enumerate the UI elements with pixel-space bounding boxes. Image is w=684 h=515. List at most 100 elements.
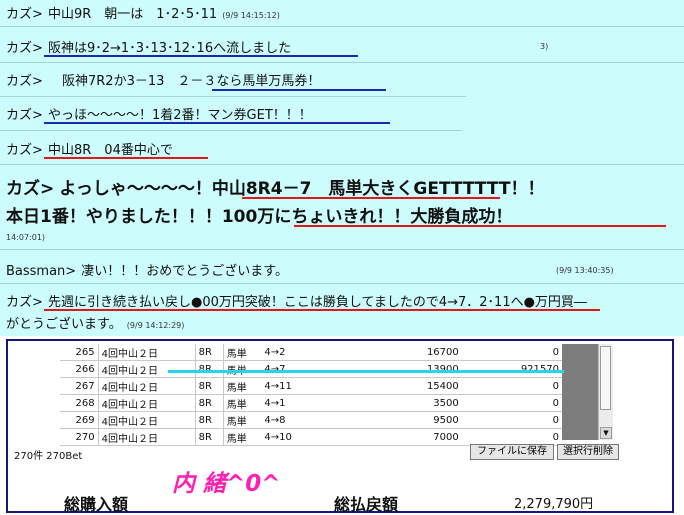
cell-no: 267: [60, 377, 99, 395]
cell-type: 馬単: [223, 428, 262, 446]
divider: [0, 26, 684, 27]
underline: [44, 157, 208, 159]
chat-log: カズ> 中山9R 朝一は 1･2･5･11 (9/9 14:15:12) カズ>…: [0, 0, 684, 336]
chat-user: カズ>: [6, 143, 43, 158]
total-payout-label: 総払戻額: [334, 495, 399, 514]
cell-place: 4回中山２日: [98, 411, 196, 429]
chat-timestamp: 14:07:01): [6, 233, 46, 242]
chat-message: カズ> 中山9R 朝一は 1･2･5･11 (9/9 14:15:12): [6, 3, 280, 22]
chat-user: カズ>: [6, 295, 43, 310]
cell-race: 8R: [195, 344, 224, 361]
cell-race: 8R: [195, 394, 224, 412]
cell-combo: 4→11: [261, 377, 383, 395]
cell-bet: 16700: [382, 344, 462, 361]
chat-timestamp: (9/9 14:12:29): [126, 321, 185, 330]
chat-user: カズ>: [6, 7, 43, 22]
chat-text: 中山9R 朝一は 1･2･5･11: [48, 7, 218, 22]
cell-payout: 0: [461, 377, 562, 395]
chat-message: カズ> 先週に引き続き払い戻し●00万円突破！ここは勝負してましたので4→7．2…: [6, 291, 587, 310]
total-payout-value: 2,279,790円: [514, 497, 594, 512]
table-scrollbar[interactable]: ▼: [598, 344, 613, 440]
cell-place: 4回中山２日: [98, 360, 196, 378]
cell-no: 268: [60, 394, 99, 412]
cell-combo: 4→10: [261, 428, 383, 446]
cell-payout: 921570: [461, 360, 562, 378]
cell-race: 8R: [195, 360, 224, 378]
table-row[interactable]: 268 4回中山２日 8R 馬単 4→1 3500 0: [60, 394, 562, 412]
cell-place: 4回中山２日: [98, 377, 196, 395]
scroll-down-arrow-icon[interactable]: ▼: [600, 427, 612, 439]
cell-race: 8R: [195, 428, 224, 446]
chat-text: 中山8R 04番中心で: [48, 143, 173, 158]
cell-place: 4回中山２日: [98, 394, 196, 412]
underline: [44, 122, 390, 124]
cell-bet: 7000: [382, 428, 462, 446]
chat-timestamp: 3): [540, 42, 549, 51]
cell-combo: 4→1: [261, 394, 383, 412]
divider: [0, 62, 684, 63]
cell-no: 269: [60, 411, 99, 429]
divider: [0, 130, 462, 131]
underline: [44, 309, 600, 311]
table-row[interactable]: 267 4回中山２日 8R 馬単 4→11 15400 0: [60, 377, 562, 395]
cell-bet: 3500: [382, 394, 462, 412]
chat-message: カズ> よっしゃ～～～～！中山8R4－7 馬単大きくGETTTTTT！！: [6, 174, 545, 199]
cell-type: 馬単: [223, 360, 262, 378]
scrollbar-thumb[interactable]: [600, 346, 611, 410]
cell-payout: 0: [461, 344, 562, 361]
underline: [242, 197, 500, 199]
table-row[interactable]: 270 4回中山２日 8R 馬単 4→10 7000 0: [60, 428, 562, 446]
divider: [0, 249, 684, 250]
cell-type: 馬単: [223, 394, 262, 412]
cell-no: 270: [60, 428, 99, 446]
chat-timestamp: (9/9 13:40:35): [556, 266, 614, 275]
table-row[interactable]: 269 4回中山２日 8R 馬単 4→8 9500 0: [60, 411, 562, 429]
cell-bet: 15400: [382, 377, 462, 395]
chat-message-line: 本日1番！やりました！！！100万にちょいきれ！！大勝負成功！: [6, 202, 512, 227]
cell-combo: 4→7: [261, 360, 383, 378]
cell-no: 265: [60, 344, 99, 361]
chat-text: 阪神7R2か3－13 ２－３なら馬単万馬券！: [62, 74, 321, 89]
cell-payout: 0: [461, 394, 562, 412]
delete-selected-rows-button[interactable]: 選択行削除: [557, 444, 619, 460]
cell-combo: 4→8: [261, 411, 383, 429]
chat-user: カズ>: [6, 74, 43, 89]
underline: [294, 225, 666, 227]
cell-type: 馬単: [223, 377, 262, 395]
underline: [212, 89, 386, 91]
chat-text: 先週に引き続き払い戻し●00万円突破！ここは勝負してましたので4→7．2･11へ…: [48, 295, 587, 310]
chat-user: カズ>: [6, 41, 43, 56]
chat-user: カズ>: [6, 108, 43, 123]
overlay-secret-text: 内 緒^0^: [172, 471, 281, 497]
cell-payout: 0: [461, 411, 562, 429]
chat-text: がとうございます。: [6, 317, 122, 332]
chat-text: やっほ～～～～！1着2番！マン券GET！！！: [48, 108, 312, 123]
chat-message: カズ> やっほ～～～～！1着2番！マン券GET！！！: [6, 104, 312, 123]
chat-text: 阪神は9･2→1･3･13･12･16へ流しました: [48, 41, 292, 56]
cell-type: 馬単: [223, 344, 262, 361]
chat-user: Bassman>: [6, 264, 77, 279]
chat-text: 凄い！！！おめでとうございます。: [81, 264, 288, 279]
cell-place: 4回中山２日: [98, 344, 196, 361]
cell-place: 4回中山２日: [98, 428, 196, 446]
divider: [0, 164, 684, 165]
divider: [0, 283, 684, 284]
cell-race: 8R: [195, 377, 224, 395]
chat-user: カズ>: [6, 179, 55, 199]
chat-text: よっしゃ～～～～！中山8R4－7 馬単大きくGETTTTTT！！: [59, 179, 545, 199]
table-row[interactable]: 2664回中山２日8R馬単4→713900921570: [60, 360, 562, 378]
betting-results-panel: 2654回中山２日8R馬単4→21670002664回中山２日8R馬単4→713…: [6, 339, 674, 514]
cell-bet: 13900: [382, 360, 462, 378]
cell-type: 馬単: [223, 411, 262, 429]
save-to-file-button[interactable]: ファイルに保存: [470, 444, 554, 460]
chat-message: カズ> 中山8R 04番中心で: [6, 139, 173, 158]
table-row[interactable]: 265 4回中山２日 8R 馬単 4→2 16700 0: [60, 344, 562, 361]
total-purchase-label: 総購入額: [64, 495, 129, 514]
chat-message: カズ> 阪神7R2か3－13 ２－３なら馬単万馬券！: [6, 70, 320, 89]
divider: [0, 96, 466, 97]
cell-bet: 9500: [382, 411, 462, 429]
chat-message-line: がとうございます。 (9/9 14:12:29): [6, 313, 184, 332]
highlight-line: [168, 370, 564, 373]
table-filler: [562, 344, 598, 440]
chat-timestamp: (9/9 14:15:12): [222, 11, 280, 20]
